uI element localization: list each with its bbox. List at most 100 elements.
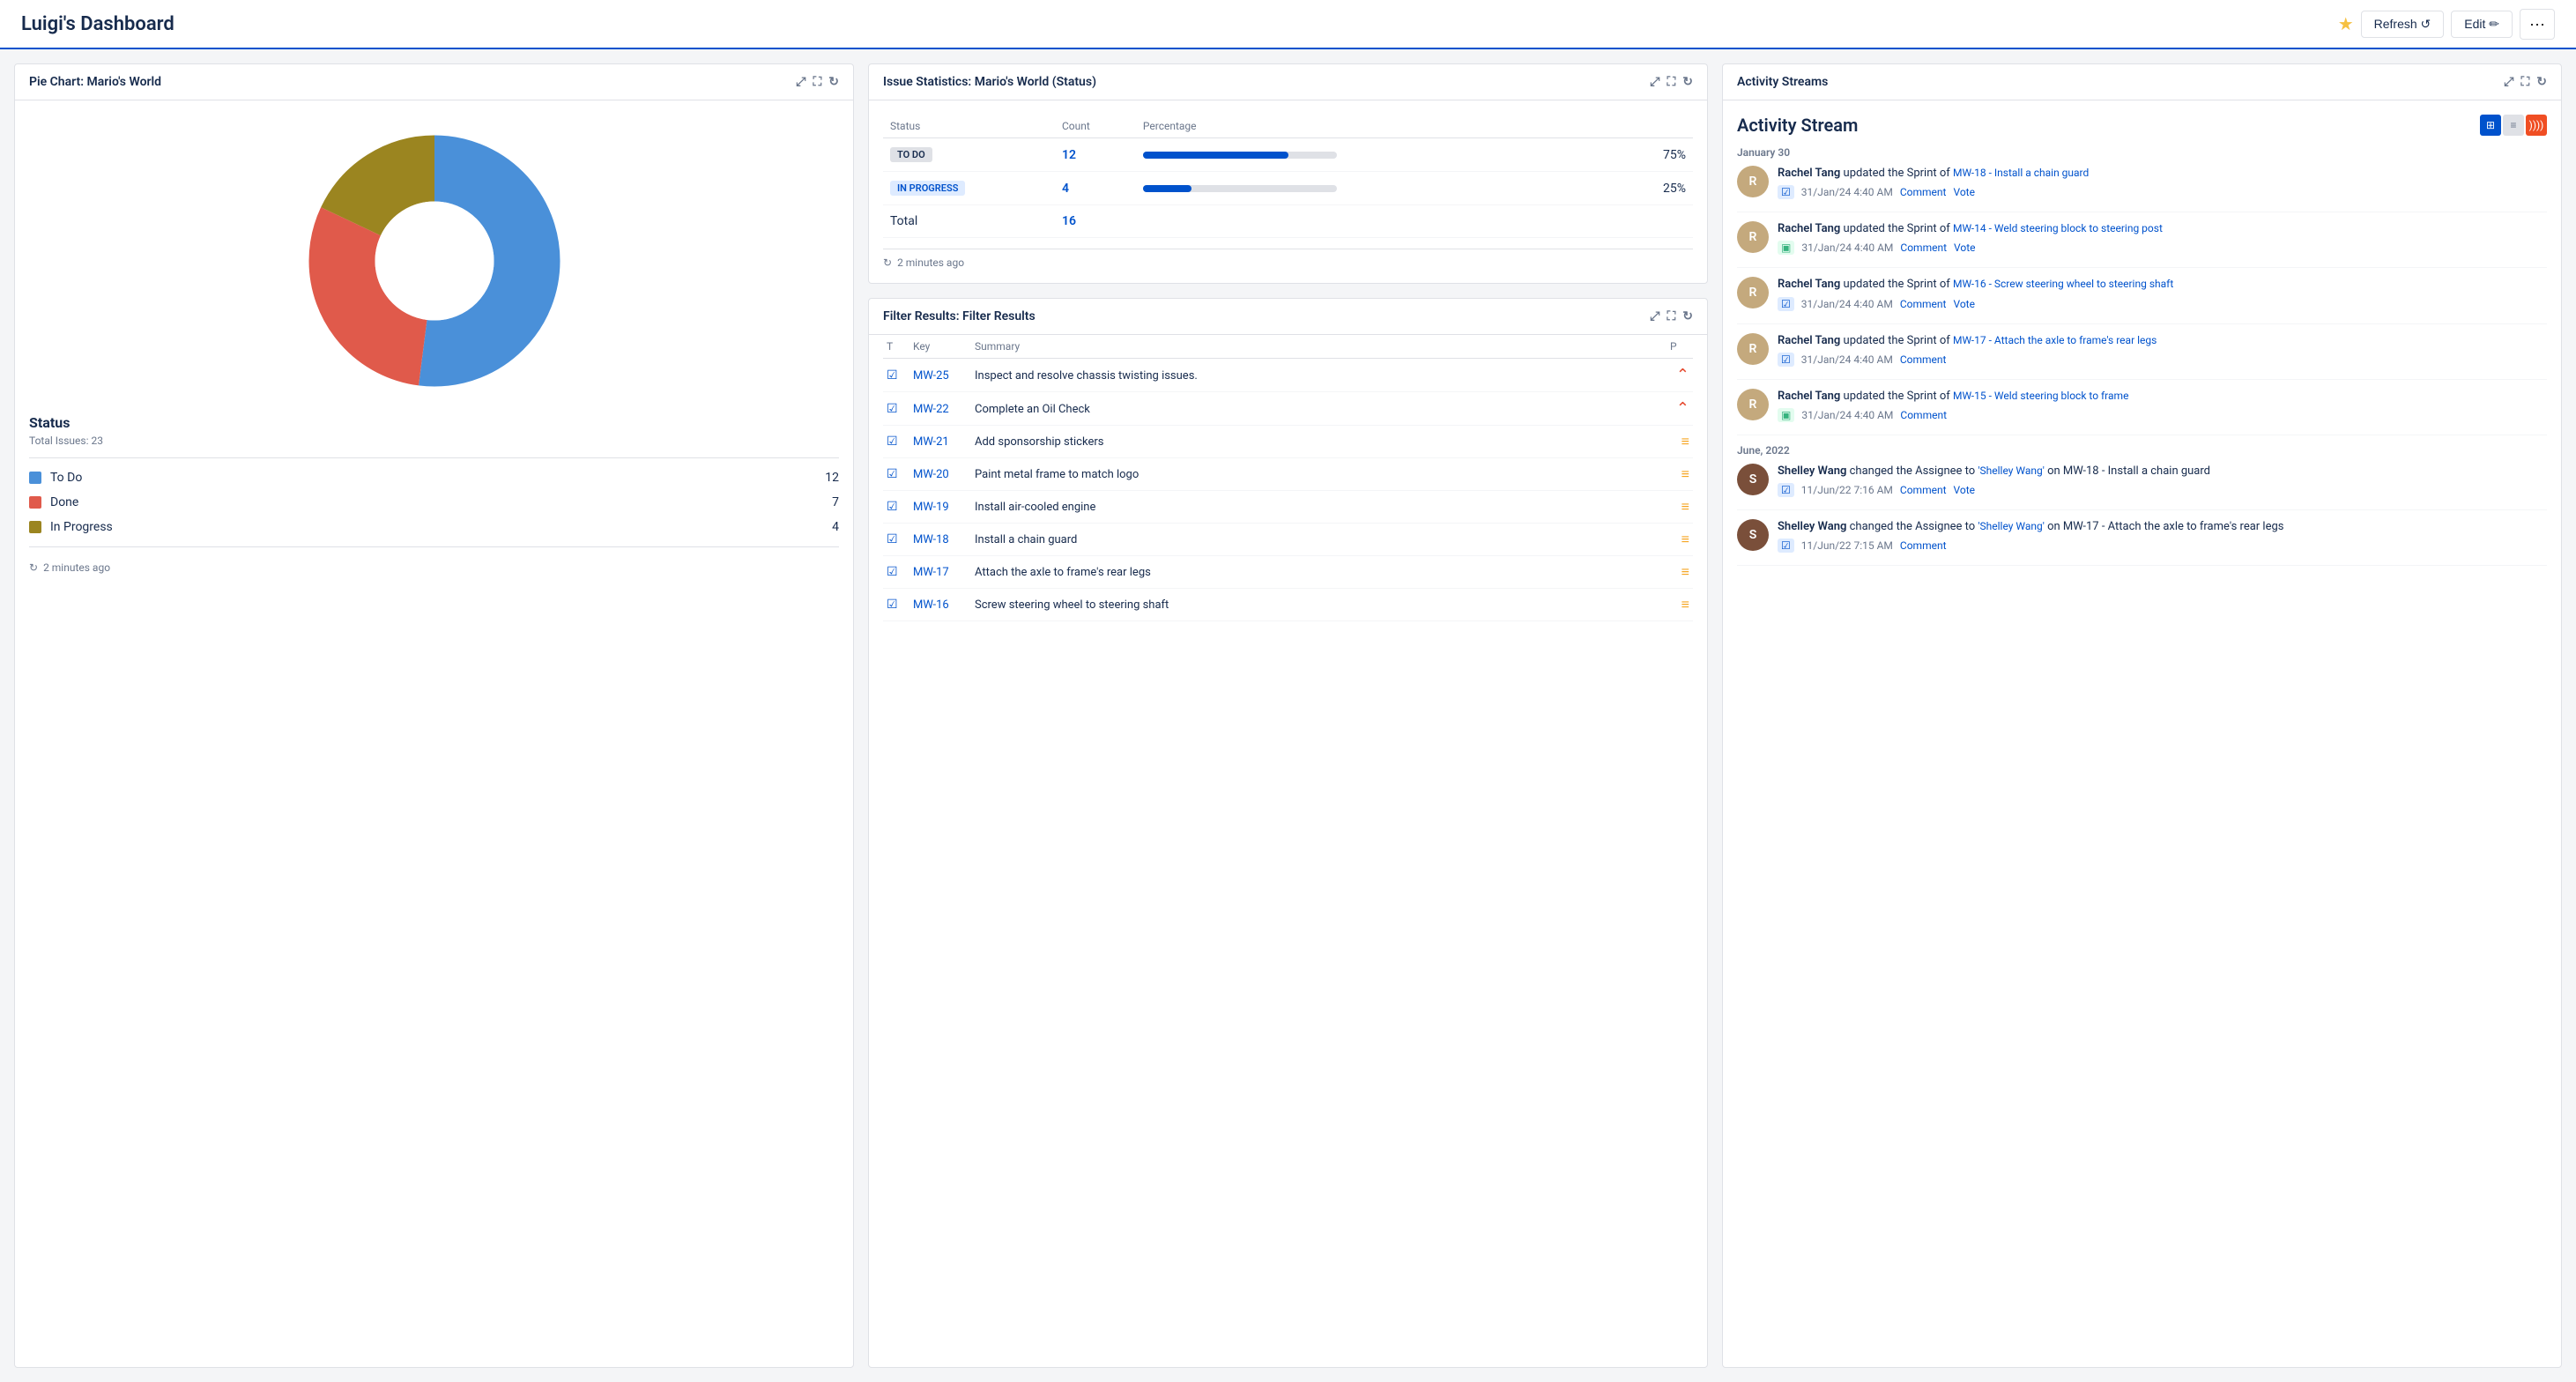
view-table-icon[interactable]: ⊞ — [2480, 115, 2501, 136]
collapse-icon-filter[interactable]: ⤢ — [1650, 309, 1659, 323]
view-rss-icon[interactable]: )))) — [2526, 115, 2547, 136]
collapse-icon-activity[interactable]: ⤢ — [2504, 75, 2513, 89]
refresh-icon-stats[interactable]: ↻ — [1682, 75, 1693, 89]
filter-results-body: T Key Summary P ☑ MW-25 Inspect and reso… — [869, 335, 1707, 1367]
status-inprogress: IN PROGRESS — [890, 181, 965, 196]
activity-separator — [1737, 379, 2547, 380]
expand-icon-stats[interactable]: ⛶ — [1667, 75, 1675, 89]
filter-key-link[interactable]: MW-16 — [913, 598, 949, 612]
avatar: S — [1737, 464, 1769, 495]
filter-key-link[interactable]: MW-21 — [913, 435, 949, 449]
activity-action-link[interactable]: Comment — [1900, 186, 1947, 198]
progress-fill-todo — [1143, 152, 1288, 159]
activity-date-header: January 30 — [1737, 146, 2547, 159]
activity-action-link[interactable]: Comment — [1900, 539, 1947, 552]
header-actions: ★ Refresh ↺ Edit ✏ ··· — [2338, 9, 2555, 40]
avatar: R — [1737, 277, 1769, 308]
activity-action-link[interactable]: Vote — [1953, 298, 1975, 310]
donut-chart — [302, 129, 567, 393]
refresh-icon[interactable]: ↻ — [828, 75, 839, 89]
filter-key-link[interactable]: MW-25 — [913, 369, 949, 383]
col-pct-val — [1622, 115, 1693, 138]
refresh-icon-filter[interactable]: ↻ — [1682, 309, 1693, 323]
activity-person: Shelley Wang — [1778, 464, 1846, 478]
collapse-icon[interactable]: ⤢ — [796, 75, 805, 89]
star-icon[interactable]: ★ — [2338, 13, 2354, 34]
collapse-icon-stats[interactable]: ⤢ — [1650, 75, 1659, 89]
more-button[interactable]: ··· — [2520, 9, 2555, 40]
story-icon: ▣ — [1778, 408, 1794, 422]
activity-action-link[interactable]: Vote — [1954, 241, 1976, 254]
filter-priority-cell: ≡ — [1667, 524, 1693, 556]
activity-text: Rachel Tang updated the Sprint of MW-18 … — [1778, 166, 2547, 182]
activity-item-content: Rachel Tang updated the Sprint of MW-16 … — [1778, 277, 2547, 310]
activity-text: Rachel Tang updated the Sprint of MW-17 … — [1778, 333, 2547, 349]
donut-svg — [302, 129, 567, 393]
activity-person: Rachel Tang — [1778, 222, 1840, 235]
count-total[interactable]: 16 — [1062, 214, 1076, 228]
activity-list-item: R Rachel Tang updated the Sprint of MW-1… — [1737, 221, 2547, 255]
activity-date-header: June, 2022 — [1737, 444, 2547, 457]
donut-hole — [375, 202, 494, 321]
count-todo[interactable]: 12 — [1062, 148, 1076, 162]
activity-timestamp: 31/Jan/24 4:40 AM — [1801, 298, 1893, 310]
expand-icon-activity[interactable]: ⛶ — [2520, 75, 2529, 89]
activity-issue-link[interactable]: MW-15 - Weld steering block to frame — [1953, 390, 2128, 402]
filter-key-cell: MW-18 — [909, 524, 971, 556]
activity-item-content: Shelley Wang changed the Assignee to 'Sh… — [1778, 519, 2547, 553]
filter-key-link[interactable]: MW-17 — [913, 566, 949, 579]
issue-stats-body: Status Count Percentage TO DO 12 — [869, 100, 1707, 283]
legend-divider — [29, 457, 839, 458]
activity-action-link[interactable]: Vote — [1954, 484, 1976, 496]
activity-action-link[interactable]: Vote — [1953, 186, 1975, 198]
filter-summary-cell: Paint metal frame to match logo — [971, 458, 1667, 491]
activity-text: Rachel Tang updated the Sprint of MW-14 … — [1778, 221, 2547, 237]
activity-issue-link[interactable]: MW-18 - Install a chain guard — [1953, 167, 2089, 179]
activity-timestamp: 31/Jan/24 4:40 AM — [1801, 353, 1893, 366]
activity-issue-link[interactable]: 'Shelley Wang' — [1978, 520, 2044, 532]
activity-action-link[interactable]: Comment — [1900, 409, 1947, 421]
expand-icon-filter[interactable]: ⛶ — [1667, 309, 1675, 323]
activity-action-link[interactable]: Comment — [1900, 353, 1947, 366]
expand-icon[interactable]: ⛶ — [813, 75, 821, 89]
dashboard: Pie Chart: Mario's World ⤢ ⛶ ↻ — [0, 49, 2576, 1382]
activity-action-link[interactable]: Comment — [1900, 241, 1947, 254]
filter-key-link[interactable]: MW-22 — [913, 403, 949, 416]
activity-issue-link[interactable]: MW-17 - Attach the axle to frame's rear … — [1953, 334, 2157, 346]
filter-table-row: ☑ MW-25 Inspect and resolve chassis twis… — [883, 359, 1693, 392]
activity-issue-link[interactable]: MW-16 - Screw steering wheel to steering… — [1953, 278, 2173, 290]
activity-separator — [1737, 323, 2547, 324]
refresh-button[interactable]: Refresh ↺ — [2361, 11, 2445, 38]
col-percentage: Percentage — [1136, 115, 1622, 138]
activity-action-link[interactable]: Comment — [1900, 484, 1947, 496]
legend-divider-2 — [29, 546, 839, 547]
progress-todo — [1143, 152, 1337, 159]
filter-table-row: ☑ MW-17 Attach the axle to frame's rear … — [883, 556, 1693, 589]
pct-inprogress: 25% — [1622, 172, 1693, 205]
pie-chart-container — [29, 115, 839, 407]
activity-item-content: Rachel Tang updated the Sprint of MW-14 … — [1778, 221, 2547, 255]
count-inprogress[interactable]: 4 — [1062, 182, 1069, 196]
activity-person: Rachel Tang — [1778, 167, 1840, 180]
filter-table-row: ☑ MW-18 Install a chain guard ≡ — [883, 524, 1693, 556]
activity-list-item: R Rachel Tang updated the Sprint of MW-1… — [1737, 389, 2547, 422]
activity-issue-link[interactable]: MW-14 - Weld steering block to steering … — [1953, 222, 2163, 234]
issue-icon: ☑ — [1778, 539, 1794, 553]
filter-key-link[interactable]: MW-18 — [913, 533, 949, 546]
refresh-icon-activity[interactable]: ↻ — [2536, 75, 2547, 89]
task-check-icon: ☑ — [887, 368, 898, 383]
activity-action-link[interactable]: Comment — [1900, 298, 1947, 310]
edit-button[interactable]: Edit ✏ — [2451, 11, 2513, 38]
refresh-icon-stats-footer: ↻ — [883, 256, 892, 269]
avatar: R — [1737, 389, 1769, 420]
filter-key-link[interactable]: MW-19 — [913, 501, 949, 514]
activity-issue-link[interactable]: 'Shelley Wang' — [1978, 464, 2044, 477]
view-list-icon[interactable]: ≡ — [2503, 115, 2524, 136]
progress-inprogress — [1143, 185, 1337, 192]
filter-table-row: ☑ MW-22 Complete an Oil Check ⌃ — [883, 392, 1693, 426]
avatar: R — [1737, 333, 1769, 365]
filter-key-link[interactable]: MW-20 — [913, 468, 949, 481]
pie-chart-body: Status Total Issues: 23 To Do 12 — [15, 100, 853, 1367]
activity-separator — [1737, 565, 2547, 566]
task-check-icon: ☑ — [887, 500, 898, 514]
